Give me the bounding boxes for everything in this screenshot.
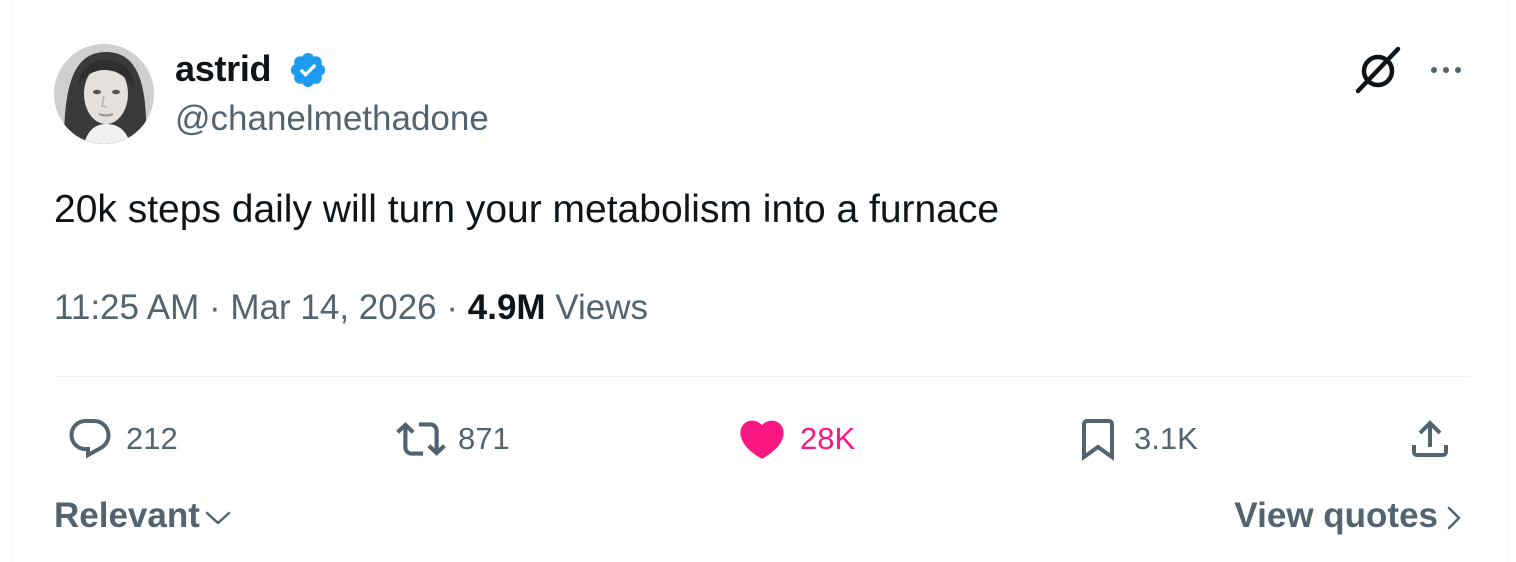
view-quotes-link[interactable]: View quotes	[1234, 494, 1462, 538]
repost-count: 871	[458, 421, 510, 456]
post-text: 20k steps daily will turn your metabolis…	[54, 188, 1000, 231]
column-border-right	[1508, 0, 1509, 562]
grok-icon[interactable]	[1352, 44, 1404, 96]
author-display-name[interactable]: astrid	[175, 48, 272, 90]
bookmark-count: 3.1K	[1134, 421, 1198, 456]
divider	[54, 376, 1470, 377]
bookmark-icon	[1082, 419, 1114, 461]
reply-count: 212	[126, 421, 178, 456]
repost-button[interactable]: 871	[396, 412, 510, 466]
post-date[interactable]: Mar 14, 2026	[230, 288, 436, 327]
post-meta: 11:25 AM · Mar 14, 2026 · 4.9M Views	[54, 286, 648, 330]
meta-separator: ·	[436, 288, 468, 327]
verified-badge-icon[interactable]	[288, 50, 328, 90]
sort-label: Relevant	[54, 496, 200, 535]
more-icon[interactable]	[1424, 56, 1468, 84]
chevron-right-icon	[1447, 506, 1461, 530]
like-button[interactable]: 28K	[736, 412, 855, 466]
avatar-image	[54, 44, 154, 144]
share-icon	[1412, 420, 1448, 457]
retweet-icon	[396, 422, 446, 456]
like-count: 28K	[800, 421, 856, 456]
reply-icon	[69, 419, 111, 459]
post-detail: astrid @chanelmethadone 20k steps daily …	[0, 0, 1516, 562]
view-quotes-label: View quotes	[1234, 496, 1438, 535]
avatar[interactable]	[54, 44, 154, 144]
author-handle[interactable]: @chanelmethadone	[175, 98, 489, 140]
column-border-left	[12, 0, 13, 562]
share-button[interactable]	[1406, 412, 1454, 466]
meta-separator: ·	[199, 288, 231, 327]
chevron-down-icon	[205, 511, 231, 525]
views-count: 4.9M	[467, 288, 546, 327]
bookmark-button[interactable]: 3.1K	[1074, 412, 1198, 466]
replies-sort-dropdown[interactable]: Relevant	[54, 494, 232, 538]
post-time[interactable]: 11:25 AM	[54, 288, 199, 327]
heart-icon	[740, 420, 784, 459]
reply-button[interactable]: 212	[66, 412, 178, 466]
views-label: Views	[545, 288, 649, 327]
